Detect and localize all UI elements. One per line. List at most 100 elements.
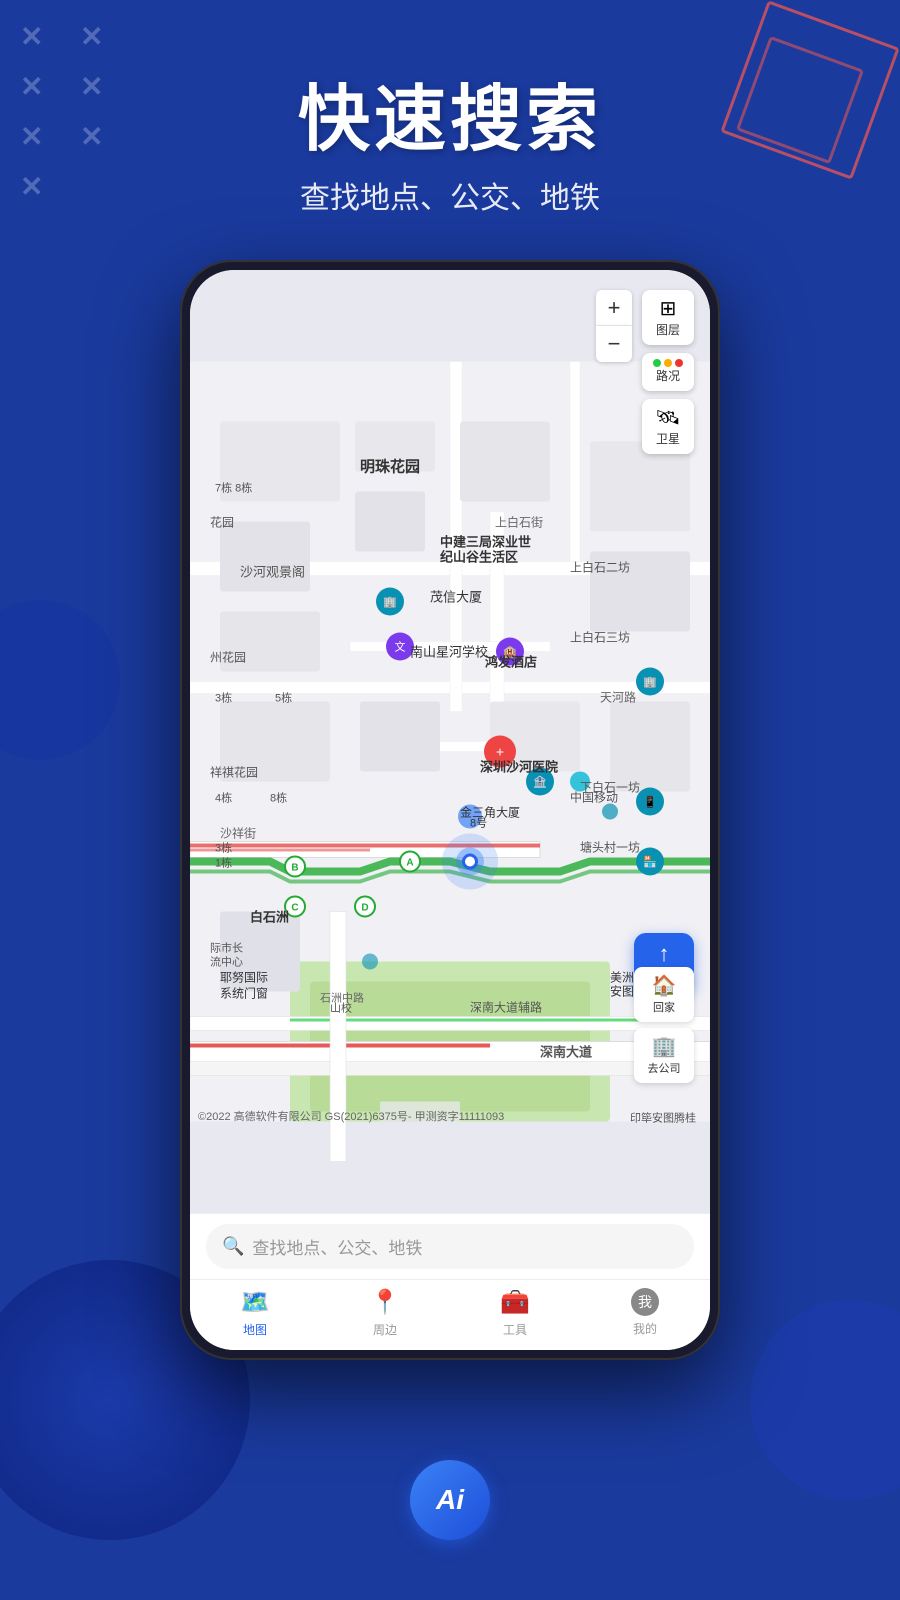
svg-text:塘头村一坊: 塘头村一坊 <box>580 840 640 855</box>
svg-text:耶努国际: 耶努国际 <box>220 970 268 985</box>
home-icon: 🏠 <box>638 973 690 998</box>
nav-item-map[interactable]: 🗺️ 地图 <box>190 1288 320 1338</box>
sub-title: 查找地点、公交、地铁 <box>0 173 900 217</box>
svg-text:下白石一坊: 下白石一坊 <box>580 780 640 795</box>
search-placeholder: 查找地点、公交、地铁 <box>252 1234 422 1259</box>
nav-item-profile[interactable]: 我 我的 <box>580 1288 710 1338</box>
traffic-label: 路况 <box>656 369 680 383</box>
search-icon: 🔍 <box>222 1236 244 1257</box>
svg-text:深南大道: 深南大道 <box>540 1045 592 1060</box>
company-label: 去公司 <box>648 1063 681 1075</box>
nav-label-nearby: 周边 <box>373 1321 397 1338</box>
svg-text:7栋 8栋: 7栋 8栋 <box>215 481 252 495</box>
map-copyright: ©2022 高德软件有限公司 GS(2021)6375号- 甲测资字111110… <box>190 1104 710 1128</box>
svg-text:明珠花园: 明珠花园 <box>360 458 420 476</box>
layers-button[interactable]: ⊞ 图层 <box>642 290 694 345</box>
copyright-text: ©2022 高德软件有限公司 GS(2021)6375号- 甲测资字111110… <box>198 1111 504 1123</box>
ai-badge[interactable]: Ai <box>410 1460 490 1540</box>
nav-item-tools[interactable]: 🧰 工具 <box>450 1288 580 1338</box>
svg-text:🏦: 🏦 <box>533 776 547 789</box>
nearby-nav-icon: 📍 <box>370 1288 400 1317</box>
svg-text:鸿发酒店: 鸿发酒店 <box>485 655 537 670</box>
quick-buttons: 🏠 回家 🏢 去公司 <box>634 967 694 1083</box>
ai-badge-text: Ai <box>436 1484 464 1516</box>
svg-text:文: 文 <box>395 640 406 654</box>
svg-text:上白石街: 上白石街 <box>495 515 543 530</box>
zoom-in-button[interactable]: + <box>596 290 632 326</box>
svg-text:白石洲: 白石洲 <box>250 910 289 925</box>
header: 快速搜索 查找地点、公交、地铁 <box>0 60 900 217</box>
svg-text:山校: 山校 <box>330 1001 352 1015</box>
svg-text:D: D <box>361 903 368 914</box>
nav-label-profile: 我的 <box>633 1320 657 1337</box>
svg-text:花园: 花园 <box>210 515 234 530</box>
company-button[interactable]: 🏢 去公司 <box>634 1028 694 1083</box>
zoom-out-button[interactable]: − <box>596 326 632 362</box>
svg-text:🏢: 🏢 <box>383 597 397 609</box>
main-title: 快速搜索 <box>0 60 900 165</box>
svg-text:际市长: 际市长 <box>210 941 243 955</box>
tools-nav-icon: 🧰 <box>500 1288 530 1317</box>
svg-text:B: B <box>291 863 298 874</box>
home-label: 回家 <box>653 1002 675 1014</box>
layers-icon: ⊞ <box>646 296 690 321</box>
deco-circle-mid-left <box>0 600 120 760</box>
svg-text:1栋: 1栋 <box>215 856 232 870</box>
satellite-icon: 🛰 <box>646 405 690 430</box>
profile-nav-icon: 我 <box>631 1288 659 1316</box>
satellite-button[interactable]: 🛰 卫星 <box>642 399 694 454</box>
ai-badge-container: Ai <box>410 1460 490 1540</box>
phone-frame: B A C D <box>180 260 720 1360</box>
search-input-wrap[interactable]: 🔍 查找地点、公交、地铁 <box>206 1224 694 1269</box>
svg-text:深圳沙河医院: 深圳沙河医院 <box>480 760 558 775</box>
svg-text:3栋: 3栋 <box>215 841 232 855</box>
satellite-label: 卫星 <box>656 432 680 446</box>
route-icon: ↑ <box>659 941 670 967</box>
svg-text:📱: 📱 <box>643 796 657 809</box>
cross-icon: ✕ <box>80 20 103 53</box>
svg-text:上白石三坊: 上白石三坊 <box>570 630 630 645</box>
svg-text:茂信大厦: 茂信大厦 <box>430 590 482 605</box>
svg-text:🏪: 🏪 <box>643 856 657 869</box>
svg-text:4栋: 4栋 <box>215 791 232 805</box>
svg-text:🏢: 🏢 <box>643 677 657 689</box>
traffic-button[interactable]: 路况 <box>642 353 694 391</box>
map-area[interactable]: B A C D <box>190 270 710 1213</box>
svg-text:5栋: 5栋 <box>275 691 292 705</box>
svg-text:沙祥街: 沙祥街 <box>220 827 256 841</box>
nav-label-tools: 工具 <box>503 1321 527 1338</box>
map-controls: ⊞ 图层 路况 🛰 卫星 <box>642 290 694 454</box>
svg-text:C: C <box>291 903 298 914</box>
svg-text:8栋: 8栋 <box>270 791 287 805</box>
zoom-controls: + − <box>596 290 632 362</box>
map-svg: B A C D <box>190 270 710 1213</box>
map-nav-icon: 🗺️ <box>240 1288 270 1317</box>
svg-text:深南大道辅路: 深南大道辅路 <box>470 1000 542 1015</box>
svg-text:系统门窗: 系统门窗 <box>220 986 268 1001</box>
svg-text:祥祺花园: 祥祺花园 <box>210 765 258 780</box>
svg-text:流中心: 流中心 <box>210 955 243 969</box>
svg-text:A: A <box>406 858 413 869</box>
nav-label-map: 地图 <box>243 1321 267 1338</box>
svg-text:+: + <box>496 744 504 760</box>
svg-text:沙河观景阁: 沙河观景阁 <box>240 565 305 580</box>
svg-text:纪山谷生活区: 纪山谷生活区 <box>440 550 518 565</box>
svg-text:3栋: 3栋 <box>215 691 232 705</box>
deco-circle-bottom-right <box>750 1300 900 1500</box>
layers-label: 图层 <box>656 323 680 337</box>
svg-text:上白石二坊: 上白石二坊 <box>570 560 630 575</box>
bottom-navigation: 🗺️ 地图 📍 周边 🧰 工具 我 我的 <box>190 1279 710 1350</box>
home-button[interactable]: 🏠 回家 <box>634 967 694 1022</box>
svg-text:州花园: 州花园 <box>210 650 246 665</box>
phone-screen: B A C D <box>190 270 710 1350</box>
svg-text:中建三局深业世: 中建三局深业世 <box>440 535 531 550</box>
company-icon: 🏢 <box>638 1034 690 1059</box>
svg-text:8号: 8号 <box>470 817 487 830</box>
search-bar[interactable]: 🔍 查找地点、公交、地铁 <box>190 1213 710 1279</box>
svg-text:南山星河学校: 南山星河学校 <box>410 645 488 660</box>
cross-icon: ✕ <box>20 20 43 53</box>
svg-text:金三角大厦: 金三角大厦 <box>460 805 520 820</box>
phone-mockup: B A C D <box>180 260 720 1360</box>
nav-item-nearby[interactable]: 📍 周边 <box>320 1288 450 1338</box>
svg-text:天河路: 天河路 <box>600 690 636 705</box>
